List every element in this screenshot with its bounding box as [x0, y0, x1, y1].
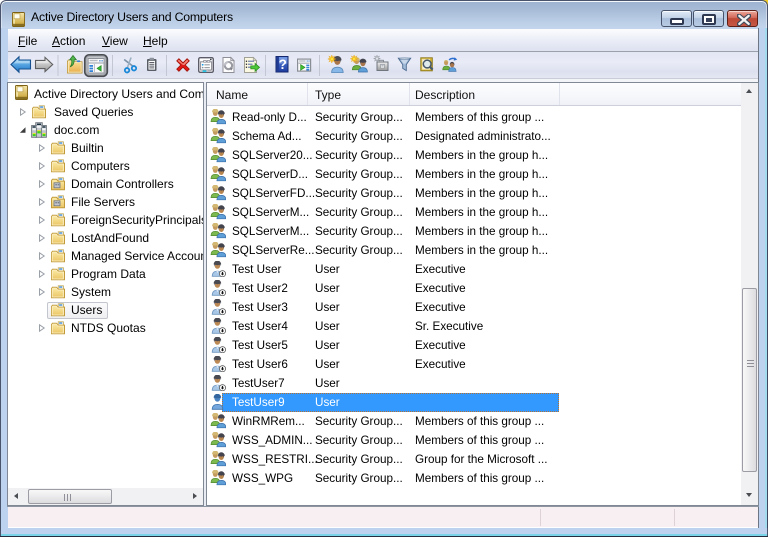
svg-text:?: ?: [279, 57, 287, 72]
